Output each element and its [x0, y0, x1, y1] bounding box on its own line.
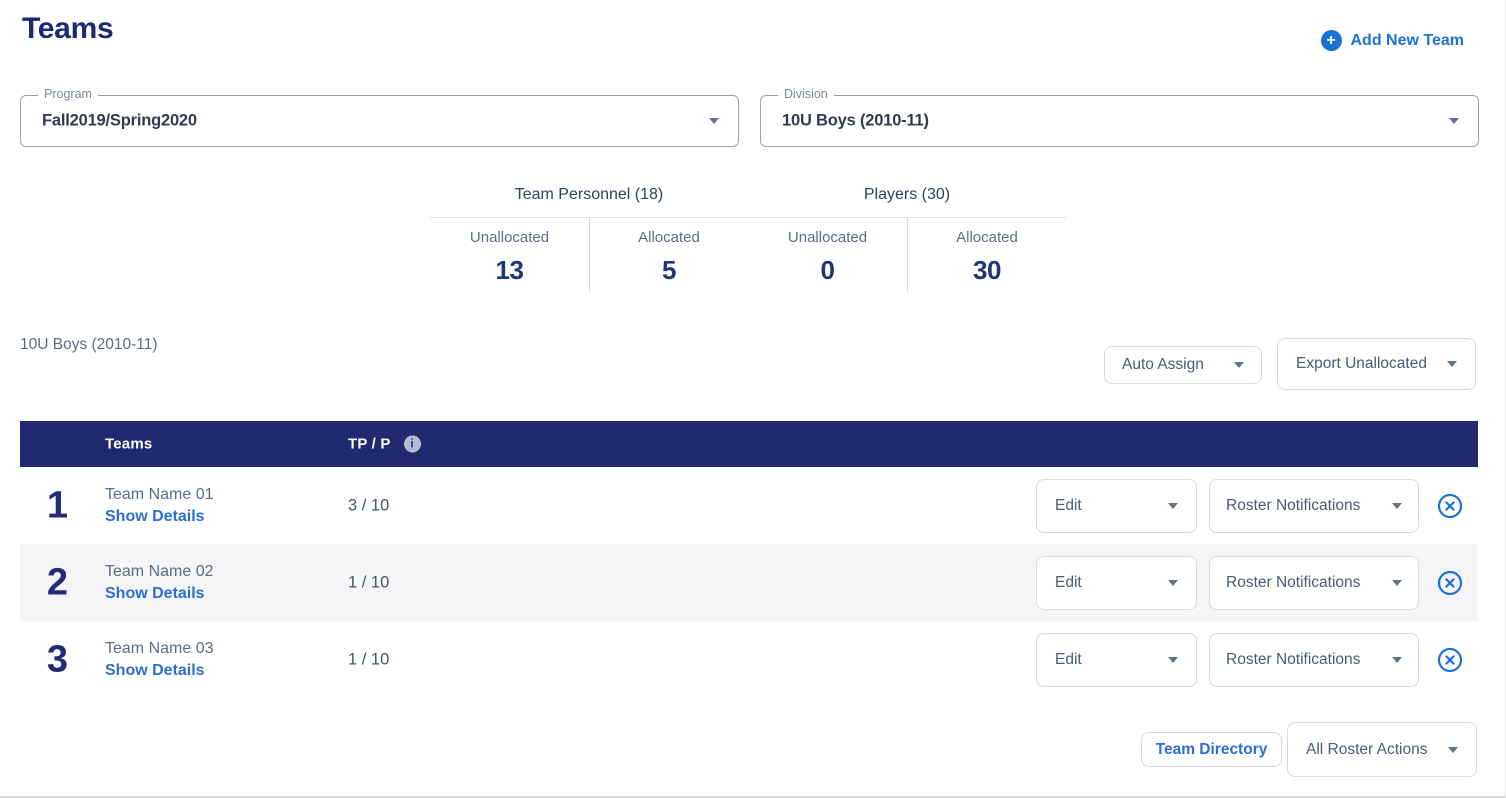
chevron-down-icon	[1168, 657, 1178, 663]
team-name: Team Name 03	[105, 640, 214, 658]
roster-notifications-label: Roster Notifications	[1226, 497, 1360, 515]
add-new-team-label: Add New Team	[1351, 32, 1465, 50]
tp-p-value: 3 / 10	[348, 496, 389, 515]
tp-p-column-header: TP / P i	[348, 436, 421, 453]
roster-notifications-dropdown-button[interactable]: Roster Notifications	[1209, 479, 1419, 533]
team-name: Team Name 02	[105, 563, 214, 581]
program-select-label: Program	[38, 87, 98, 101]
stat-value: 30	[908, 255, 1066, 286]
auto-assign-label: Auto Assign	[1122, 356, 1204, 374]
program-select[interactable]: Program Fall2019/Spring2020	[20, 95, 739, 147]
stats-group-headers: Team Personnel (18) Players (30)	[430, 186, 1066, 217]
export-unallocated-button[interactable]: Export Unallocated	[1277, 338, 1476, 390]
teams-column-header: Teams	[105, 436, 152, 453]
all-roster-actions-label: All Roster Actions	[1306, 741, 1427, 759]
add-new-team-button[interactable]: + Add New Team	[1321, 30, 1465, 51]
roster-notifications-label: Roster Notifications	[1226, 574, 1360, 592]
chevron-down-icon	[1447, 361, 1457, 367]
page-title: Teams	[22, 12, 113, 46]
tp-p-header-label: TP / P	[348, 436, 391, 453]
stat-value: 5	[590, 255, 748, 286]
chevron-down-icon	[1168, 503, 1178, 509]
team-cell: Team Name 01 Show Details	[105, 486, 214, 526]
chevron-down-icon	[1392, 657, 1402, 663]
edit-dropdown-button[interactable]: Edit	[1036, 556, 1197, 610]
edit-label: Edit	[1055, 574, 1082, 592]
edit-label: Edit	[1055, 497, 1082, 515]
division-select-label: Division	[778, 87, 834, 101]
stat-players-unallocated: Unallocated 0	[748, 218, 907, 292]
stat-tp-allocated: Allocated 5	[589, 218, 748, 292]
auto-assign-button[interactable]: Auto Assign	[1104, 346, 1262, 384]
info-icon[interactable]: i	[404, 436, 421, 453]
remove-team-icon[interactable]	[1437, 647, 1463, 673]
roster-notifications-dropdown-button[interactable]: Roster Notifications	[1209, 556, 1419, 610]
remove-team-icon[interactable]	[1437, 493, 1463, 519]
stats-columns: Unallocated 13 Allocated 5 Unallocated 0…	[430, 217, 1066, 292]
team-cell: Team Name 02 Show Details	[105, 563, 214, 603]
division-caption: 10U Boys (2010-11)	[20, 336, 158, 354]
chevron-down-icon	[1449, 118, 1459, 124]
chevron-down-icon	[1392, 503, 1402, 509]
table-header: Teams TP / P i	[20, 421, 1478, 467]
chevron-down-icon	[1168, 580, 1178, 586]
division-select[interactable]: Division 10U Boys (2010-11)	[760, 95, 1479, 147]
allocation-stats: Team Personnel (18) Players (30) Unalloc…	[430, 186, 1066, 292]
stat-label: Unallocated	[748, 229, 907, 246]
table-row: 3 Team Name 03 Show Details 1 / 10 Edit …	[20, 621, 1478, 698]
show-details-link[interactable]: Show Details	[105, 662, 214, 680]
row-index: 1	[33, 484, 81, 527]
chevron-down-icon	[1392, 580, 1402, 586]
team-directory-button[interactable]: Team Directory	[1141, 732, 1282, 767]
division-select-value: 10U Boys (2010-11)	[782, 112, 929, 131]
team-cell: Team Name 03 Show Details	[105, 640, 214, 680]
stat-value: 13	[430, 255, 589, 286]
team-name: Team Name 01	[105, 486, 214, 504]
table-row: 2 Team Name 02 Show Details 1 / 10 Edit …	[20, 544, 1478, 621]
stat-label: Allocated	[908, 229, 1066, 246]
plus-circle-icon: +	[1321, 30, 1342, 51]
remove-team-icon[interactable]	[1437, 570, 1463, 596]
table-row: 1 Team Name 01 Show Details 3 / 10 Edit …	[20, 467, 1478, 544]
export-unallocated-label: Export Unallocated	[1296, 355, 1427, 373]
tp-p-value: 1 / 10	[348, 650, 389, 669]
stat-tp-unallocated: Unallocated 13	[430, 218, 589, 292]
team-directory-label: Team Directory	[1156, 741, 1268, 759]
edit-dropdown-button[interactable]: Edit	[1036, 633, 1197, 687]
players-group-header: Players (30)	[748, 186, 1066, 217]
edit-label: Edit	[1055, 651, 1082, 669]
row-index: 3	[33, 638, 81, 681]
stat-label: Allocated	[590, 229, 748, 246]
chevron-down-icon	[1448, 747, 1458, 753]
team-personnel-group-header: Team Personnel (18)	[430, 186, 748, 217]
show-details-link[interactable]: Show Details	[105, 508, 214, 526]
all-roster-actions-button[interactable]: All Roster Actions	[1287, 722, 1477, 777]
show-details-link[interactable]: Show Details	[105, 585, 214, 603]
roster-notifications-label: Roster Notifications	[1226, 651, 1360, 669]
stat-label: Unallocated	[430, 229, 589, 246]
stat-players-allocated: Allocated 30	[907, 218, 1066, 292]
roster-notifications-dropdown-button[interactable]: Roster Notifications	[1209, 633, 1419, 687]
chevron-down-icon	[1234, 362, 1244, 368]
edit-dropdown-button[interactable]: Edit	[1036, 479, 1197, 533]
chevron-down-icon	[709, 118, 719, 124]
tp-p-value: 1 / 10	[348, 573, 389, 592]
program-select-value: Fall2019/Spring2020	[42, 112, 197, 131]
row-index: 2	[33, 561, 81, 604]
stat-value: 0	[748, 255, 907, 286]
